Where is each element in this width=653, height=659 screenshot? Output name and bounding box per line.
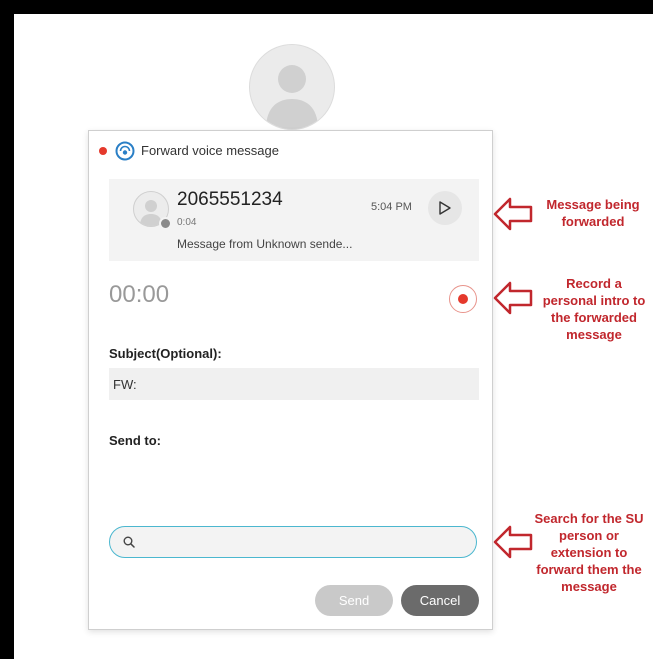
contact-avatar: [249, 44, 335, 130]
annotation-record-intro: Record a personal intro to the forwarded…: [542, 276, 646, 342]
message-card: 2065551234 0:04 Message from Unknown sen…: [109, 179, 479, 261]
black-frame-left: [0, 0, 14, 659]
subject-input[interactable]: [109, 368, 479, 400]
send-button[interactable]: Send: [315, 585, 393, 616]
annotation-search-recipient: Search for the SU person or extension to…: [534, 511, 644, 594]
annotation-message-forwarded: Message being forwarded: [546, 197, 640, 229]
recording-dot-icon: [99, 147, 107, 155]
play-button[interactable]: [428, 191, 462, 225]
send-to-label: Send to:: [109, 433, 161, 448]
left-arrow-icon: [493, 197, 533, 231]
left-arrow-icon: [493, 525, 533, 559]
dialog-title: Forward voice message: [141, 143, 279, 158]
recipient-search-input[interactable]: [144, 531, 468, 555]
message-preview: Message from Unknown sende...: [177, 237, 353, 251]
record-icon: [458, 294, 468, 304]
search-icon: [123, 536, 135, 548]
cancel-button[interactable]: Cancel: [401, 585, 479, 616]
dialog-titlebar: Forward voice message: [89, 131, 492, 171]
left-arrow-icon: [493, 281, 533, 315]
play-icon: [439, 201, 451, 215]
forward-voice-message-dialog: Forward voice message 2065551234 0:04 Me…: [88, 130, 493, 630]
app-logo-icon: [115, 141, 135, 161]
subject-label: Subject(Optional):: [109, 346, 222, 361]
person-icon: [266, 65, 318, 129]
record-button[interactable]: [449, 285, 477, 313]
message-time: 5:04 PM: [371, 201, 412, 213]
presence-status-icon: [159, 217, 172, 230]
black-frame-top: [0, 0, 653, 14]
recording-timer: 00:00: [109, 281, 170, 308]
recipient-search-box[interactable]: [109, 526, 477, 558]
message-duration: 0:04: [177, 217, 197, 228]
caller-number: 2065551234: [177, 189, 283, 210]
